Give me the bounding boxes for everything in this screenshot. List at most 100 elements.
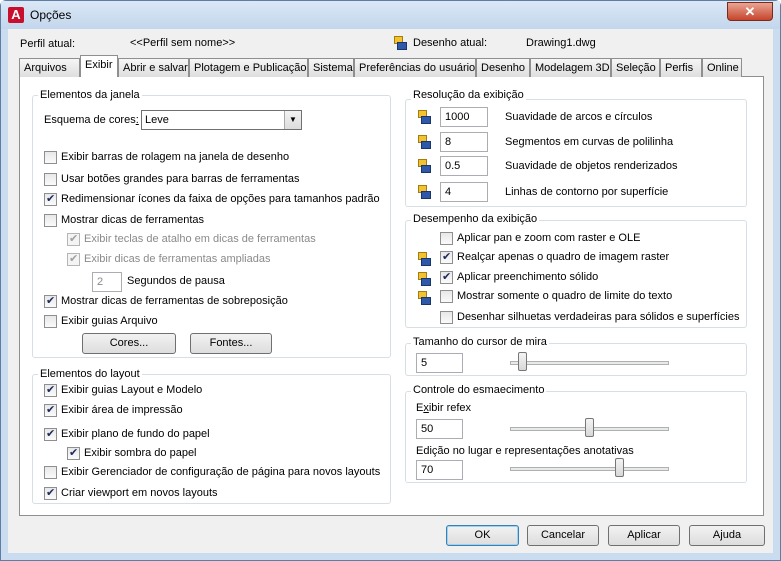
drawing-setting-icon [416, 134, 432, 150]
tooltip-delay-input[interactable]: 2 [92, 272, 122, 292]
drawing-setting-icon [416, 109, 432, 125]
drawing-setting-icon [416, 158, 432, 174]
crosshair-slider-thumb[interactable] [517, 352, 527, 371]
performance-option-4-checkbox[interactable] [440, 311, 453, 324]
performance-option-3-checkbox[interactable] [440, 290, 453, 303]
window-option-2-checkbox[interactable] [44, 192, 57, 206]
resolution-input-1[interactable]: 8 [440, 132, 488, 152]
performance-option-2-checkbox[interactable] [440, 270, 453, 284]
layout-option-2-label: Exibir plano de fundo do papel [61, 428, 210, 440]
tab-abrir-e-salvar[interactable]: Abrir e salvar [118, 58, 189, 77]
window-title: Opções [30, 8, 72, 22]
window-option-0-checkbox[interactable] [44, 151, 57, 164]
window-elements-legend: Elementos da janela [38, 89, 142, 101]
performance-option-1-label: Realçar apenas o quadro de imagem raster [457, 251, 670, 263]
layout-option-4-checkbox[interactable] [44, 466, 57, 479]
tooltip-suboption-1-checkbox[interactable] [67, 252, 80, 266]
resolution-input-0[interactable]: 1000 [440, 107, 488, 127]
inplace-fade-input[interactable]: 70 [416, 460, 463, 480]
performance-option-2-label: Aplicar preenchimento sólido [457, 271, 599, 283]
window-option2-0-checkbox[interactable] [44, 294, 57, 308]
window-option2-1-checkbox[interactable] [44, 315, 57, 328]
help-button[interactable]: Ajuda [689, 525, 765, 546]
profile-label: Perfil atual: [20, 38, 76, 50]
layout-option-1-label: Exibir área de impressão [61, 404, 183, 416]
tooltip-suboption-0-checkbox[interactable] [67, 232, 80, 246]
window-option2-1-label: Exibir guias Arquivo [61, 315, 158, 327]
layout-elements-legend: Elementos do layout [38, 368, 142, 380]
xref-fade-label: Exibir refex [416, 402, 472, 414]
apply-button[interactable]: Aplicar [608, 525, 680, 546]
fade-legend: Controle do esmaecimento [411, 384, 547, 396]
drawing-setting-icon [416, 271, 432, 287]
drawing-setting-icon [392, 35, 408, 51]
drawing-value: Drawing1.dwg [526, 37, 596, 49]
color-scheme-select[interactable]: Leve ▼ [141, 110, 302, 130]
resolution-label-0: Suavidade de arcos e círculos [505, 111, 653, 123]
tab-online[interactable]: Online [702, 58, 742, 77]
resolution-label-3: Linhas de contorno por superfície [505, 186, 669, 198]
layout-option-3-checkbox[interactable] [67, 446, 80, 460]
drawing-setting-icon [416, 290, 432, 306]
colors-button[interactable]: Cores... [82, 333, 176, 354]
window-option2-0-label: Mostrar dicas de ferramentas de sobrepos… [61, 295, 288, 307]
tab-arquivos[interactable]: Arquivos [19, 58, 80, 77]
layout-option-5-label: Criar viewport em novos layouts [61, 487, 218, 499]
performance-option-0-checkbox[interactable] [440, 232, 453, 245]
layout-option-0-label: Exibir guias Layout e Modelo [61, 384, 203, 396]
layout-option-3-label: Exibir sombra do papel [84, 447, 197, 459]
crosshair-slider-track[interactable] [510, 361, 669, 365]
window-option-3-checkbox[interactable] [44, 214, 57, 227]
window-option-0-label: Exibir barras de rolagem na janela de de… [61, 151, 290, 163]
ok-button[interactable]: OK [446, 525, 519, 546]
inplace-fade-label: Edição no lugar e representações anotati… [416, 445, 634, 457]
close-button[interactable]: ✕ [727, 2, 773, 21]
layout-option-1-checkbox[interactable] [44, 403, 57, 417]
tab-desenho[interactable]: Desenho [476, 58, 530, 77]
window-option-1-checkbox[interactable] [44, 173, 57, 186]
layout-option-5-checkbox[interactable] [44, 486, 57, 500]
performance-legend: Desempenho da exibição [411, 213, 540, 225]
resolution-label-1: Segmentos em curvas de polilinha [505, 136, 674, 148]
inplace-fade-slider-thumb[interactable] [615, 458, 624, 477]
color-scheme-label: Esquema de cores: [44, 114, 139, 126]
tab-prefer-ncias-do-usu-rio[interactable]: Preferências do usuário [354, 58, 476, 77]
performance-option-4-label: Desenhar silhuetas verdadeiras para sóli… [457, 311, 740, 323]
inplace-fade-slider-track[interactable] [510, 467, 669, 471]
performance-option-3-label: Mostrar somente o quadro de limite do te… [457, 290, 673, 302]
tab-sistema[interactable]: Sistema [308, 58, 354, 77]
autocad-logo-icon: A [8, 7, 24, 23]
resolution-input-3[interactable]: 4 [440, 182, 488, 202]
tab-plotagem-e-publica-o[interactable]: Plotagem e Publicação [189, 58, 308, 77]
tooltip-delay-label: Segundos de pausa [127, 275, 225, 287]
window-option-1-label: Usar botões grandes para barras de ferra… [61, 173, 300, 185]
resolution-legend: Resolução da exibição [411, 89, 526, 101]
tooltip-suboption-0-label: Exibir teclas de atalho em dicas de ferr… [84, 233, 316, 245]
performance-option-0-label: Aplicar pan e zoom com raster e OLE [457, 232, 641, 244]
crosshair-legend: Tamanho do cursor de mira [411, 336, 549, 348]
profile-value: <<Perfil sem nome>> [130, 37, 236, 49]
tab-sele-o[interactable]: Seleção [611, 58, 660, 77]
window-option-2-label: Redimensionar ícones da faixa de opções … [61, 193, 380, 205]
xref-fade-input[interactable]: 50 [416, 419, 463, 439]
color-scheme-value: Leve [145, 114, 169, 126]
fonts-button[interactable]: Fontes... [190, 333, 272, 354]
resolution-label-2: Suavidade de objetos renderizados [505, 160, 678, 172]
layout-option-4-label: Exibir Gerenciador de configuração de pá… [61, 466, 381, 478]
drawing-label: Desenho atual: [413, 37, 487, 49]
layout-option-0-checkbox[interactable] [44, 383, 57, 397]
title-bar[interactable]: A Opções ✕ [1, 1, 780, 29]
tab-exibir[interactable]: Exibir [80, 55, 118, 77]
window-option-3-label: Mostrar dicas de ferramentas [61, 214, 205, 226]
performance-option-1-checkbox[interactable] [440, 250, 453, 264]
xref-fade-slider-thumb[interactable] [585, 418, 594, 437]
tab-modelagem-3d[interactable]: Modelagem 3D [530, 58, 611, 77]
crosshair-size-input[interactable]: 5 [416, 353, 463, 373]
drawing-setting-icon [416, 184, 432, 200]
tooltip-suboption-1-label: Exibir dicas de ferramentas ampliadas [84, 253, 271, 265]
chevron-down-icon[interactable]: ▼ [284, 111, 301, 129]
layout-option-2-checkbox[interactable] [44, 427, 57, 441]
tab-perfis[interactable]: Perfis [660, 58, 702, 77]
cancel-button[interactable]: Cancelar [527, 525, 599, 546]
resolution-input-2[interactable]: 0.5 [440, 156, 488, 176]
